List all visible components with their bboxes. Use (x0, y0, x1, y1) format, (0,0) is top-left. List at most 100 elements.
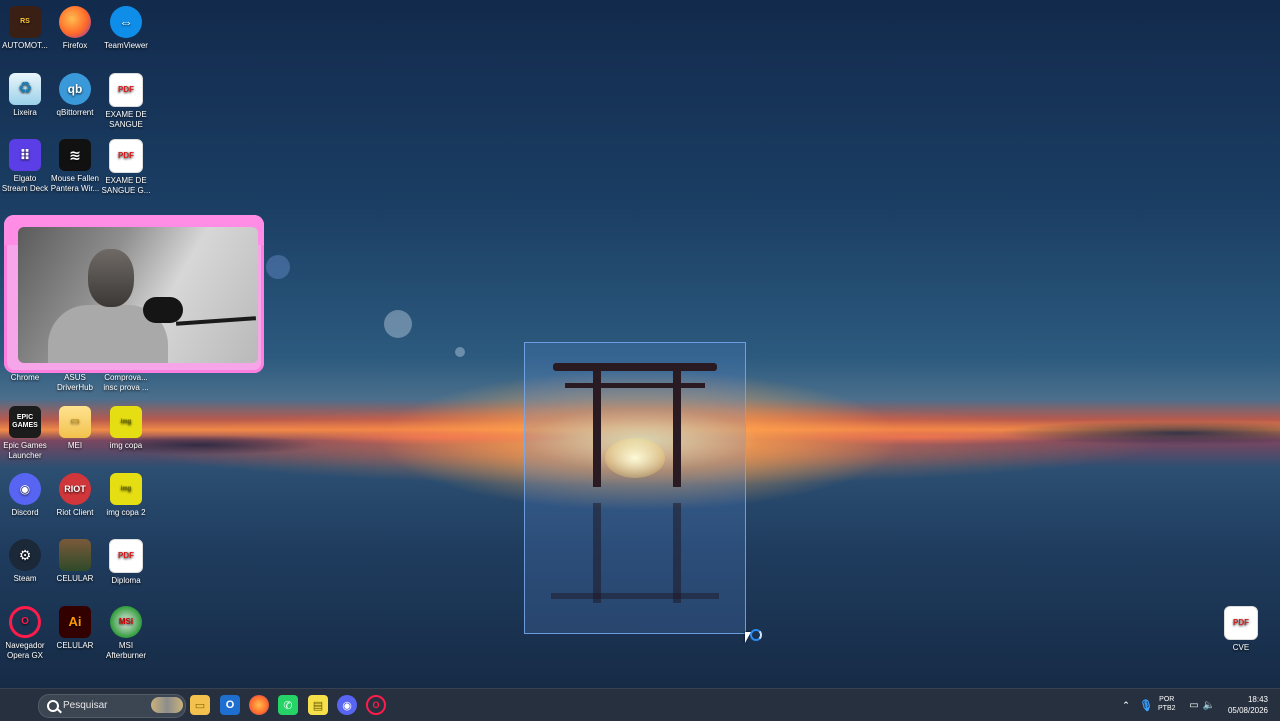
msi-afterburner-icon: MSI (110, 606, 142, 638)
desktop-icon-label: Elgato Stream Deck (1, 174, 49, 193)
desktop-icon-label: img copa (109, 441, 143, 450)
torii-reflection (673, 503, 681, 603)
search-icon (47, 700, 59, 712)
discord-icon[interactable]: ◉ (337, 695, 357, 715)
desktop-icon-label: Diploma (111, 576, 141, 585)
desktop-icon-automot[interactable]: RS AUTOMOT... (0, 6, 50, 51)
desktop-icon-celular[interactable]: CELULAR (50, 539, 100, 584)
desktop-icon-chrome[interactable]: Chrome (0, 373, 50, 383)
desktop-icon-label: img copa 2 (106, 508, 146, 517)
desktop-icon-label: CVE (1232, 643, 1250, 652)
file-explorer-icon[interactable]: ▭ (190, 695, 210, 715)
torii-post (673, 369, 681, 487)
desktop-icon-comprovante[interactable]: Comprova... insc prova ... (101, 373, 151, 393)
desktop-icon-img-copa[interactable]: img img copa (101, 406, 151, 451)
microphone-icon (143, 297, 183, 323)
desktop-icon-opera-gx[interactable]: O Navegador Opera GX (0, 606, 50, 661)
torii-reflection (593, 503, 601, 603)
opera-gx-icon[interactable]: O (366, 695, 386, 715)
busy-spinner-icon (750, 629, 762, 641)
desktop-icon-label: MEI (67, 441, 83, 450)
desktop-icon-exame-de-sangue[interactable]: PDF EXAME DE SANGUE (101, 73, 151, 130)
desktop-icon-diploma[interactable]: PDF Diploma (101, 539, 151, 586)
language-indicator[interactable]: POR PTB2 (1158, 695, 1176, 713)
desktop-icon-mouse-fallen[interactable]: ≋ Mouse Fallen Pantera Wir... (50, 139, 100, 194)
desktop-icon-label: Chrome (10, 373, 40, 382)
folder-icon: ▭ (59, 406, 91, 438)
bokeh-light (266, 255, 290, 279)
desktop-icon-label: Mouse Fallen Pantera Wir... (50, 174, 100, 193)
desktop-icon-label: CELULAR (56, 574, 94, 583)
desktop-icon-label: Lixeira (13, 108, 37, 117)
torii-post (593, 369, 601, 487)
pdf-icon: PDF (1224, 606, 1258, 640)
steam-icon: ⚙ (9, 539, 41, 571)
pdf-icon: PDF (109, 73, 143, 107)
desktop-icon-discord[interactable]: ◉ Discord (0, 473, 50, 518)
desktop-icon-label: Navegador Opera GX (5, 641, 45, 660)
desktop-icon-teamviewer[interactable]: ⇔ TeamViewer (101, 6, 151, 51)
desktop-icon-celular-ai[interactable]: Ai CELULAR (50, 606, 100, 651)
riot-client-icon: RIOT (59, 473, 91, 505)
microphone-icon[interactable]: 🎙 (1136, 695, 1156, 715)
firefox-icon[interactable] (249, 695, 269, 715)
desktop-icon-label: Epic Games Launcher (3, 441, 47, 460)
image-file-icon: img (110, 406, 142, 438)
desktop-icon-label: AUTOMOT... (2, 41, 48, 50)
bokeh-light (384, 310, 412, 338)
pdf-icon: PDF (109, 539, 143, 573)
torii-lower-beam (565, 383, 705, 388)
outlook-icon[interactable]: O (220, 695, 240, 715)
bokeh-light (455, 347, 465, 357)
phone-image-icon (59, 539, 91, 571)
desktop-icon-lixeira[interactable]: ♻ Lixeira (0, 73, 50, 118)
epic-games-icon: EPIC GAMES (9, 406, 41, 438)
sticky-notes-icon[interactable]: ▤ (308, 695, 328, 715)
desktop-icon-label: Comprova... insc prova ... (103, 373, 149, 392)
mic-arm (175, 316, 257, 326)
search-placeholder: Pesquisar (63, 700, 108, 711)
desktop-icon-elgato[interactable]: ⠿ Elgato Stream Deck (0, 139, 50, 194)
taskbar: Pesquisar ▭ O ✆ ▤ ◉ O ⌃ 🎙 POR PTB2 ▭ 🔈 1… (0, 688, 1280, 721)
desktop-icon-qbittorrent[interactable]: qb qBittorrent (50, 73, 100, 118)
opera-gx-icon: O (9, 606, 41, 638)
desktop-icon-label: Firefox (62, 41, 88, 50)
keyboard-layout: PTB2 (1158, 705, 1176, 712)
desktop-icon-label: Steam (13, 574, 37, 583)
automot-icon: RS (9, 6, 41, 38)
desktop-icon-exame-de-sangue-g[interactable]: PDF EXAME DE SANGUE G... (101, 139, 151, 196)
desktop-icon-epic-games[interactable]: EPIC GAMES Epic Games Launcher (0, 406, 50, 461)
desktop-icon-label: Discord (11, 508, 39, 517)
desktop-icon-asus-driverhub[interactable]: ASUS DriverHub (50, 373, 100, 393)
whatsapp-icon[interactable]: ✆ (278, 695, 298, 715)
adobe-illustrator-icon: Ai (59, 606, 91, 638)
torii-top-beam (553, 363, 717, 371)
search-highlight-image (151, 697, 183, 713)
desktop-icon-label: qBittorrent (56, 108, 94, 117)
webcam-overlay (4, 215, 264, 373)
firefox-icon (59, 6, 91, 38)
desktop-icon-label: ASUS DriverHub (56, 373, 93, 392)
desktop-icon-steam[interactable]: ⚙ Steam (0, 539, 50, 584)
desktop-icon-mei[interactable]: ▭ MEI (50, 406, 100, 451)
desktop-icon-label: MSI Afterburner (105, 641, 147, 660)
desktop-icon-label: Riot Client (56, 508, 94, 517)
desktop-icon-riot-client[interactable]: RIOT Riot Client (50, 473, 100, 518)
desktop-icon-img-copa-2[interactable]: img img copa 2 (101, 473, 151, 518)
desktop-selection-rectangle[interactable] (524, 342, 746, 634)
person-head (88, 249, 134, 307)
desktop-icon-label: CELULAR (56, 641, 94, 650)
image-file-icon: img (110, 473, 142, 505)
desktop-icon-msi-afterburner[interactable]: MSI MSI Afterburner (101, 606, 151, 661)
desktop-icon-label: EXAME DE SANGUE (105, 110, 147, 129)
recycle-bin-icon: ♻ (9, 73, 41, 105)
taskbar-search[interactable]: Pesquisar (38, 694, 186, 718)
chevron-up-icon[interactable]: ⌃ (1116, 695, 1136, 715)
volume-icon[interactable]: 🔈 (1199, 695, 1219, 715)
desktop-icon-label: TeamViewer (104, 41, 148, 50)
desktop-icon-cve[interactable]: PDF CVE (1216, 606, 1266, 653)
clock[interactable]: 18:43 05/08/2026 (1228, 694, 1268, 716)
start-button[interactable] (12, 696, 30, 714)
qbittorrent-icon: qb (59, 73, 91, 105)
desktop-icon-firefox[interactable]: Firefox (50, 6, 100, 51)
